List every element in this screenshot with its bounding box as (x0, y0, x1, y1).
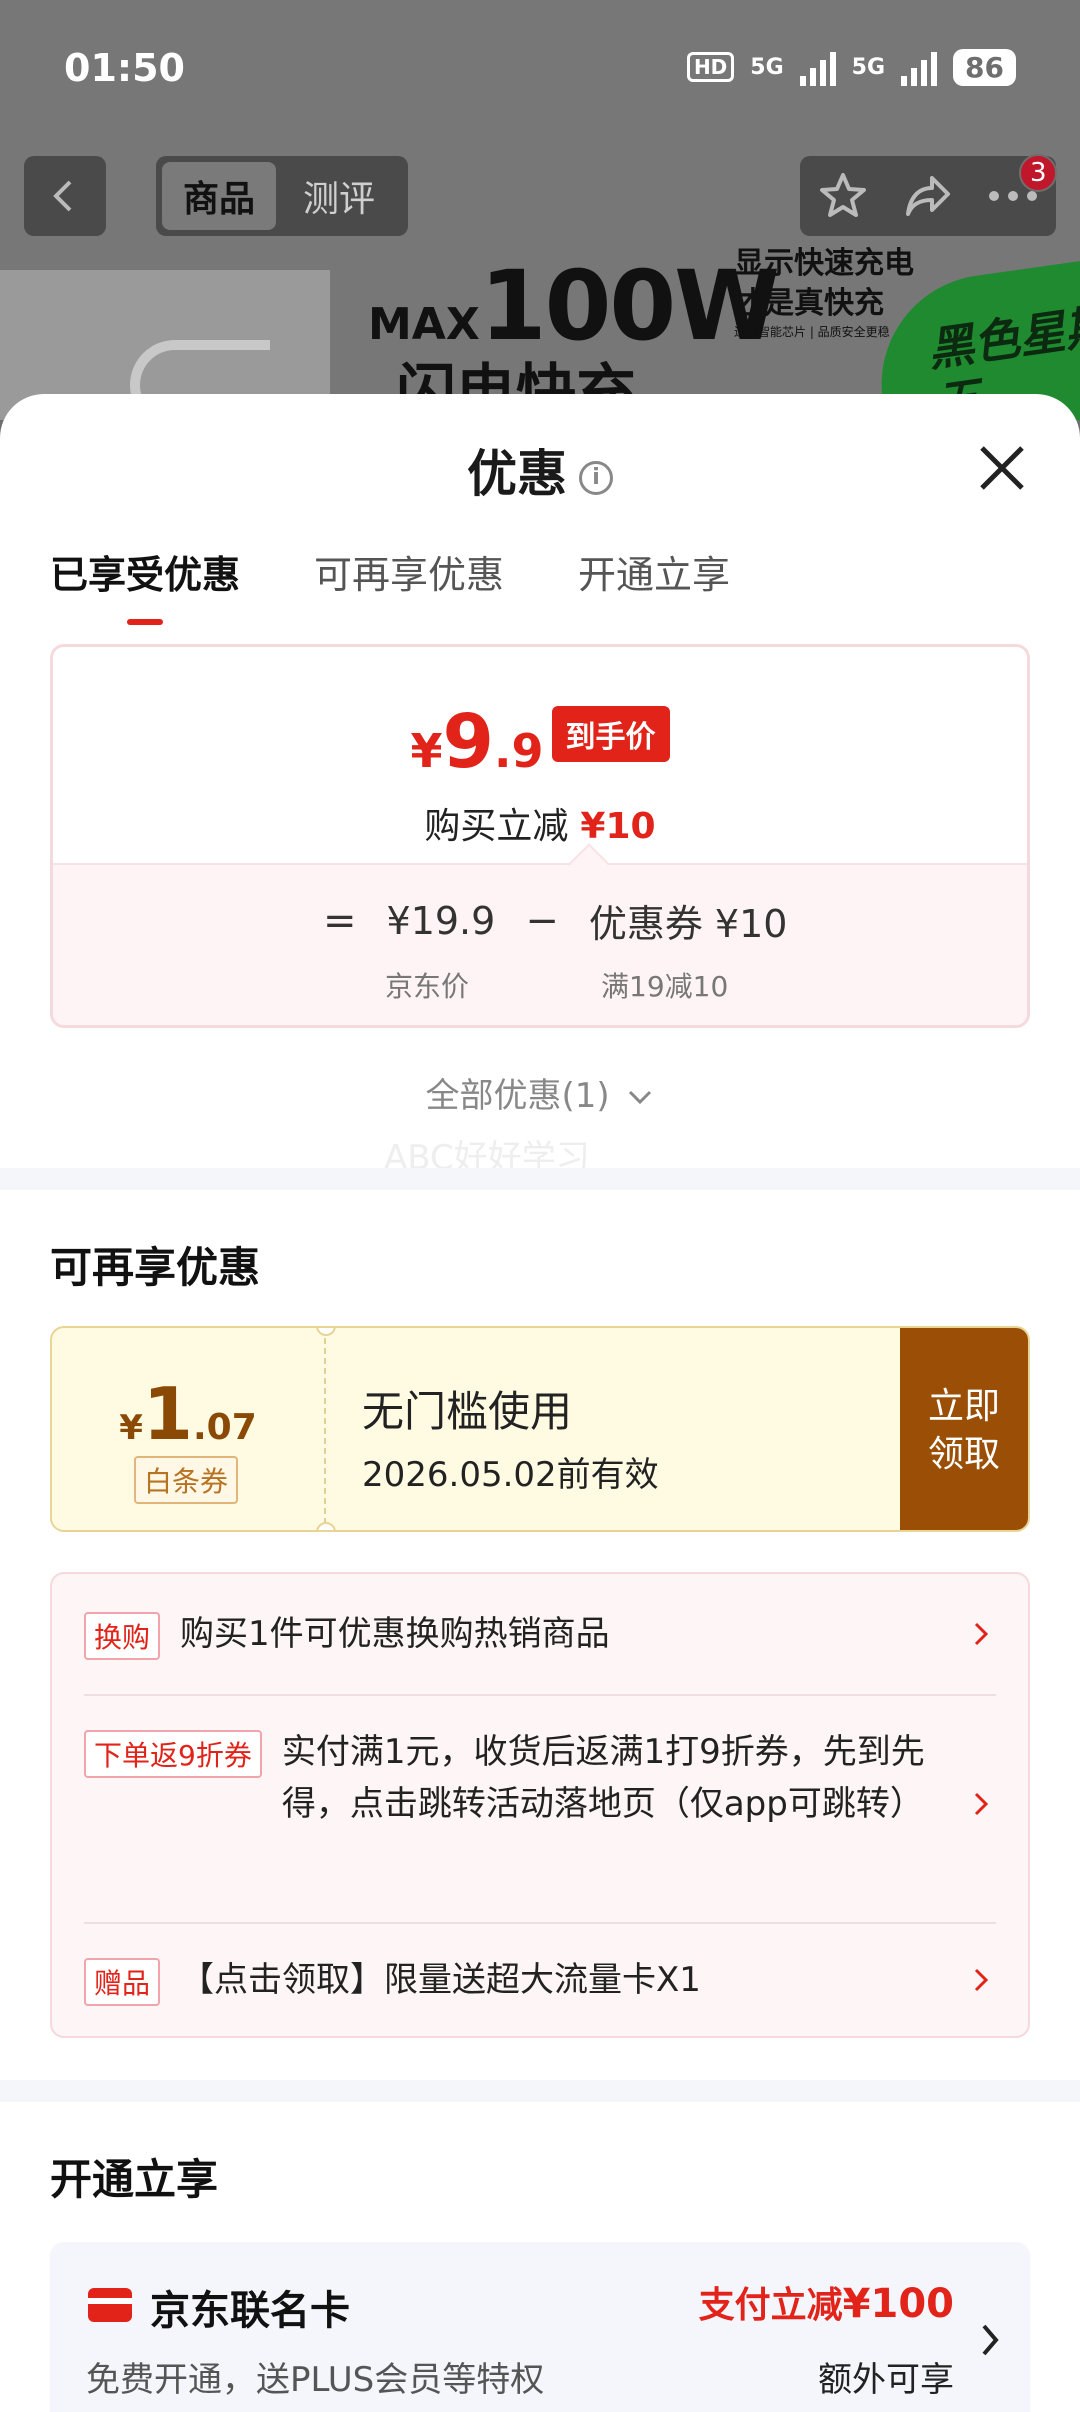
chevron-left-icon (53, 180, 72, 212)
instant-reduction: 购买立减 ¥10 (424, 806, 656, 847)
coupon-amount: 优惠券 ¥10 (588, 902, 788, 946)
chevron-right-icon (982, 2324, 999, 2356)
network-label-2: 5G (851, 54, 886, 80)
sheet-title: 优惠 (467, 445, 567, 503)
price-label-badge: 到手价 (551, 706, 670, 762)
credit-card-icon (88, 2288, 132, 2322)
card-description: 免费开通，送PLUS会员等特权 (86, 2360, 545, 2400)
back-button[interactable] (24, 156, 106, 236)
coupon-description: 无门槛使用 (362, 1387, 573, 1436)
all-deals-toggle[interactable]: 全部优惠(1) (0, 1068, 1080, 1117)
coupon-rule: 满19减10 (601, 970, 729, 1003)
discount-sheet: 优惠 i 已享受优惠 可再享优惠 开通立享 ¥9.9 到手价 购买立减 ¥10 = ¥… (0, 394, 1080, 2412)
star-icon (819, 173, 866, 217)
more-button[interactable]: 3 (983, 154, 1058, 226)
sheet-header: 优惠 i (0, 434, 1080, 506)
final-price: ¥9.9 到手价 (53, 699, 1027, 785)
promo-tag: 换购 (84, 1612, 161, 1660)
price-breakdown: = ¥19.9 − 优惠券 ¥10 京东价 满19减10 (53, 843, 1027, 1025)
baitiao-coupon: ¥1.07 白条券 无门槛使用 2026.05.02前有效 立即领取 (50, 1326, 1030, 1532)
product-nav-bar: 商品 测评 3 (24, 154, 1058, 236)
product-tabs: 商品 测评 (156, 156, 408, 236)
tab-review[interactable]: 测评 (282, 162, 396, 230)
hd-icon: HD (686, 52, 735, 82)
signal-icon (901, 48, 938, 86)
status-bar: 01:50 HD 5G 5G 86 (0, 0, 1080, 140)
promo-item-tradein[interactable]: 换购 购买1件可优惠换购热销商品 (84, 1608, 996, 1660)
chevron-down-icon (629, 1090, 652, 1104)
tab-product[interactable]: 商品 (162, 162, 276, 230)
promo-tag: 赠品 (84, 1958, 161, 2006)
card-discount: 支付立减¥100 (698, 2281, 954, 2327)
banner-slogan: 显示快速充电 才是真快充 进口智能芯片 | 品质安全更稳 (734, 246, 914, 339)
claim-coupon-button[interactable]: 立即领取 (900, 1328, 1028, 1530)
promo-text: 购买1件可优惠换购热销商品 (180, 1614, 610, 1654)
promo-tag: 下单返9折券 (84, 1730, 262, 1778)
share-button[interactable] (898, 166, 958, 226)
promotion-list: 换购 购买1件可优惠换购热销商品 下单返9折券 实付满1元，收货后返满1打9折券… (50, 1572, 1030, 2038)
jd-cobrand-card-offer[interactable]: 京东联名卡 免费开通，送PLUS会员等特权 支付立减¥100 额外可享 (50, 2242, 1030, 2412)
promo-item-return-coupon[interactable]: 下单返9折券 实付满1元，收货后返满1打9折券，先到先得，点击跳转活动落地页（仅… (84, 1726, 996, 1830)
final-price-card: ¥9.9 到手价 购买立减 ¥10 = ¥19.9 − 优惠券 ¥10 京东价 满1… (50, 644, 1030, 1028)
promo-text: 【点击领取】限量送超大流量卡X1 (180, 1960, 701, 2000)
more-deals-title: 可再享优惠 (50, 1243, 261, 1292)
card-name: 京东联名卡 (150, 2288, 350, 2334)
share-icon (905, 176, 950, 216)
close-icon (980, 446, 1024, 490)
clock: 01:50 (64, 46, 185, 90)
tab-open-enjoy[interactable]: 开通立享 (578, 544, 730, 599)
info-icon[interactable]: i (579, 460, 613, 495)
open-enjoy-title: 开通立享 (50, 2155, 219, 2204)
favorite-button[interactable] (813, 166, 873, 226)
signal-icon (799, 48, 836, 86)
tab-more-deals[interactable]: 可再享优惠 (314, 544, 504, 599)
tab-enjoyed[interactable]: 已享受优惠 (50, 544, 240, 625)
chevron-right-icon (974, 1792, 989, 1816)
close-button[interactable] (972, 438, 1032, 498)
card-extra-label: 额外可享 (818, 2360, 954, 2400)
coupon-type-badge: 白条券 (134, 1456, 239, 1504)
promo-text: 实付满1元，收货后返满1打9折券，先到先得，点击跳转活动落地页（仅app可跳转） (281, 1732, 925, 1824)
jd-price: ¥19.9 (386, 898, 496, 943)
chevron-right-icon (974, 1622, 989, 1646)
section-divider (0, 2080, 1080, 2102)
notification-badge: 3 (1019, 154, 1058, 192)
coupon-validity: 2026.05.02前有效 (362, 1455, 659, 1495)
promo-item-gift[interactable]: 赠品 【点击领取】限量送超大流量卡X1 (84, 1954, 996, 2006)
section-divider (0, 1168, 1080, 1190)
battery-icon: 86 (953, 48, 1016, 86)
jd-price-label: 京东价 (385, 970, 470, 1003)
coupon-value: ¥1.07 (119, 1372, 257, 1456)
discount-tabs: 已享受优惠 可再享优惠 开通立享 (50, 544, 730, 625)
nav-actions: 3 (800, 154, 1058, 236)
chevron-right-icon (974, 1968, 989, 1992)
network-label-1: 5G (750, 54, 784, 80)
